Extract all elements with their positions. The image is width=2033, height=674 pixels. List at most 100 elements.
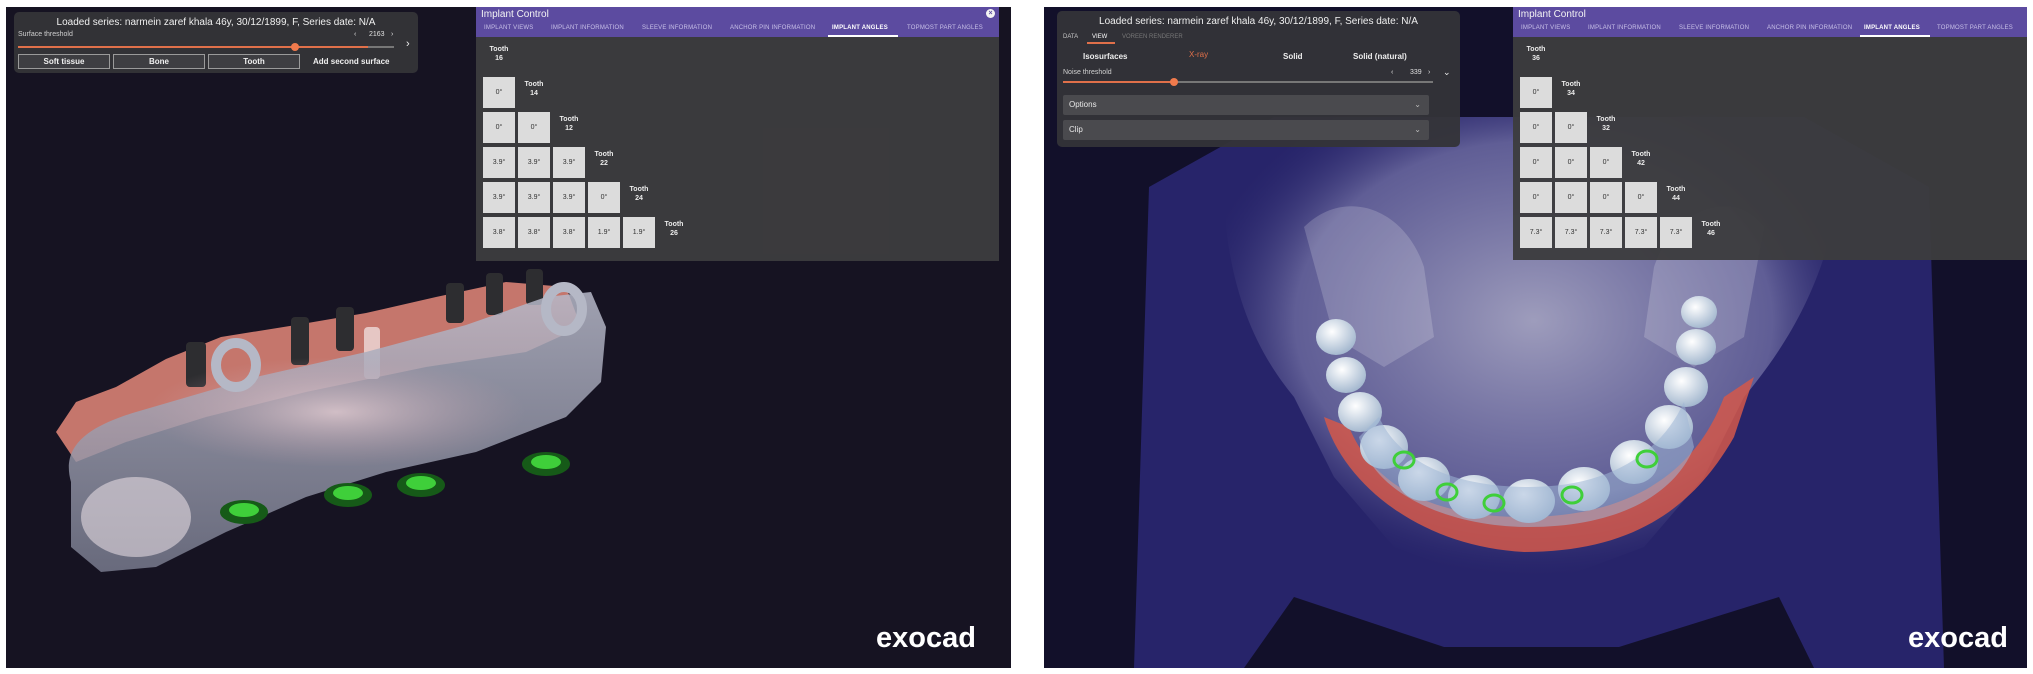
clip-label: Clip	[1069, 125, 1083, 134]
xray-option[interactable]: X-ray	[1189, 50, 1208, 59]
tab-data[interactable]: DATA	[1063, 34, 1078, 40]
clip-dropdown[interactable]: Clip ⌄	[1063, 120, 1429, 140]
angle-cell[interactable]: 3.9°	[553, 147, 585, 178]
chevron-down-icon: ⌄	[1414, 100, 1421, 109]
tab-voreen-renderer[interactable]: VOREEN RENDERER	[1122, 34, 1183, 40]
tab-sleeve-information[interactable]: SLEEVE INFORMATION	[642, 25, 712, 31]
tab-sleeve-information[interactable]: SLEEVE INFORMATION	[1679, 25, 1749, 31]
surface-threshold-slider[interactable]	[18, 43, 394, 51]
tooth-label: Tooth 26	[664, 221, 684, 237]
angle-cell[interactable]: 0°	[1520, 182, 1552, 213]
angle-cell[interactable]: 0°	[483, 77, 515, 108]
tooth-label: Tooth 42	[1631, 151, 1651, 167]
slider-knob[interactable]	[1170, 78, 1178, 86]
angle-cell[interactable]: 0°	[1555, 182, 1587, 213]
implant-control-panel: Implant Control IMPLANT VIEWS IMPLANT IN…	[1513, 7, 2027, 260]
angle-cell[interactable]: 7.3°	[1660, 217, 1692, 248]
expand-chevron-icon[interactable]: ›	[406, 38, 410, 50]
tab-view[interactable]: VIEW	[1092, 34, 1107, 40]
angle-cell[interactable]: 3.8°	[518, 217, 550, 248]
soft-tissue-button[interactable]: Soft tissue	[18, 54, 110, 69]
angle-cell[interactable]: 0°	[1555, 112, 1587, 143]
slider-fill	[1063, 81, 1174, 83]
tooth-label: Tooth 32	[1596, 116, 1616, 132]
angle-cell[interactable]: 3.9°	[518, 182, 550, 213]
surface-threshold-value[interactable]: 2163	[369, 31, 385, 38]
angle-cell[interactable]: 0°	[1590, 182, 1622, 213]
angle-cell[interactable]: 3.9°	[553, 182, 585, 213]
angle-cell[interactable]: 0°	[1590, 147, 1622, 178]
tab-topmost-part-angles[interactable]: TOPMOST PART ANGLES	[907, 25, 983, 31]
collapse-chevron-icon[interactable]: ⌄	[1443, 67, 1451, 78]
tooth-label: Tooth 34	[1561, 81, 1581, 97]
tooth-label: Tooth 36	[1526, 46, 1546, 62]
series-title: Loaded series: narmein zaref khala 46y, …	[1099, 16, 1418, 27]
tooth-label: Tooth 16	[489, 46, 509, 62]
angle-cell[interactable]: 0°	[588, 182, 620, 213]
tab-anchor-pin-information[interactable]: ANCHOR PIN INFORMATION	[1767, 25, 1852, 31]
tab-implant-views[interactable]: IMPLANT VIEWS	[1521, 25, 1571, 31]
exocad-logo: exocad	[876, 622, 976, 654]
isosurfaces-option[interactable]: Isosurfaces	[1083, 52, 1127, 61]
surface-threshold-label: Surface threshold	[18, 31, 73, 38]
slider-fill	[18, 46, 368, 48]
angle-cell[interactable]: 3.9°	[483, 182, 515, 213]
angle-cell[interactable]: 0°	[518, 112, 550, 143]
angle-cell[interactable]: 7.3°	[1555, 217, 1587, 248]
angle-cell[interactable]: 0°	[483, 112, 515, 143]
left-viewport[interactable]: Loaded series: narmein zaref khala 46y, …	[6, 7, 1011, 668]
chevron-right-icon[interactable]: ›	[1428, 69, 1430, 76]
chevron-down-icon: ⌄	[1414, 125, 1421, 134]
active-tab-underline	[828, 35, 898, 37]
tab-implant-angles[interactable]: IMPLANT ANGLES	[1864, 25, 1920, 31]
tooth-button[interactable]: Tooth	[208, 54, 300, 69]
options-label: Options	[1069, 100, 1097, 109]
tooth-label: Tooth 12	[559, 116, 579, 132]
angle-cell[interactable]: 0°	[1555, 147, 1587, 178]
solid-natural-option[interactable]: Solid (natural)	[1353, 52, 1407, 61]
angle-cell[interactable]: 3.8°	[483, 217, 515, 248]
angle-cell[interactable]: 1.9°	[623, 217, 655, 248]
active-tab-underline	[1860, 35, 1930, 37]
tab-implant-information[interactable]: IMPLANT INFORMATION	[551, 25, 624, 31]
angle-cell[interactable]: 3.9°	[518, 147, 550, 178]
active-subtab-underline	[1087, 42, 1115, 44]
chevron-right-icon[interactable]: ›	[391, 31, 393, 38]
implant-control-title: Implant Control	[1518, 9, 1586, 20]
implant-control-title: Implant Control	[481, 9, 549, 20]
tooth-label: Tooth 24	[629, 186, 649, 202]
chevron-left-icon[interactable]: ‹	[1391, 69, 1393, 76]
view-settings-panel: Loaded series: narmein zaref khala 46y, …	[1057, 11, 1460, 147]
angle-cell[interactable]: 7.3°	[1625, 217, 1657, 248]
tooth-label: Tooth 22	[594, 151, 614, 167]
tab-implant-information[interactable]: IMPLANT INFORMATION	[1588, 25, 1661, 31]
slider-knob[interactable]	[291, 43, 299, 51]
noise-threshold-value[interactable]: 339	[1410, 69, 1422, 76]
tooth-label: Tooth 14	[524, 81, 544, 97]
tab-topmost-part-angles[interactable]: TOPMOST PART ANGLES	[1937, 25, 2013, 31]
right-viewport[interactable]: Loaded series: narmein zaref khala 46y, …	[1044, 7, 2027, 668]
angle-cell[interactable]: 0°	[1520, 112, 1552, 143]
chevron-left-icon[interactable]: ‹	[354, 31, 356, 38]
noise-threshold-slider[interactable]	[1063, 78, 1433, 86]
exocad-logo: exocad	[1908, 622, 2008, 654]
noise-threshold-label: Noise threshold	[1063, 69, 1112, 76]
surface-settings-panel: Loaded series: narmein zaref khala 46y, …	[14, 12, 418, 73]
series-title: Loaded series: narmein zaref khala 46y, …	[56, 17, 376, 28]
close-icon[interactable]: ×	[986, 9, 995, 18]
angle-cell[interactable]: 0°	[1520, 77, 1552, 108]
tab-implant-angles[interactable]: IMPLANT ANGLES	[832, 25, 888, 31]
angle-cell[interactable]: 7.3°	[1590, 217, 1622, 248]
add-second-surface-button[interactable]: Add second surface	[313, 57, 389, 66]
angle-cell[interactable]: 0°	[1625, 182, 1657, 213]
angle-cell[interactable]: 3.9°	[483, 147, 515, 178]
bone-button[interactable]: Bone	[113, 54, 205, 69]
angle-cell[interactable]: 7.3°	[1520, 217, 1552, 248]
angle-cell[interactable]: 0°	[1520, 147, 1552, 178]
options-dropdown[interactable]: Options ⌄	[1063, 95, 1429, 115]
angle-cell[interactable]: 1.9°	[588, 217, 620, 248]
solid-option[interactable]: Solid	[1283, 52, 1303, 61]
tab-anchor-pin-information[interactable]: ANCHOR PIN INFORMATION	[730, 25, 815, 31]
tab-implant-views[interactable]: IMPLANT VIEWS	[484, 25, 534, 31]
angle-cell[interactable]: 3.8°	[553, 217, 585, 248]
